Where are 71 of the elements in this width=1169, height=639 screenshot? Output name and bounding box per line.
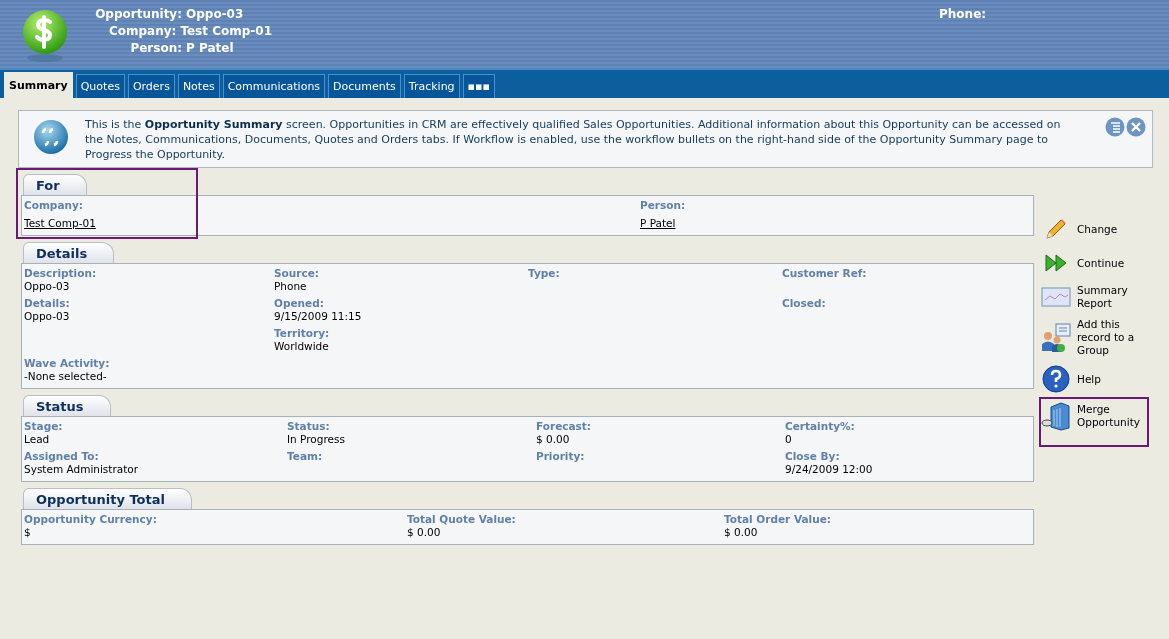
action-link[interactable]: Continue [1077,256,1125,270]
field-value: Test Comp-01 [180,23,272,38]
field-value: -None selected- [24,370,108,383]
field-label: Status: [287,419,331,433]
tab[interactable]: ▪▪▪ [462,74,495,98]
field-label: Total Order Value: [724,512,832,526]
field-value: P Patel [186,40,234,55]
field-value: Oppo-03 [24,280,71,293]
field-value: $ [24,526,32,539]
field-label: Total Quote Value: [407,512,517,526]
field-value: 0 [785,433,793,446]
field-link[interactable]: Test Comp-01 [24,217,96,230]
field-label: Source: [274,266,320,280]
field-label: Closed: [782,296,827,310]
field-label: Customer Ref: [782,266,868,280]
field-label: Description: [24,266,98,280]
field-value: Worldwide [274,340,330,353]
action-link[interactable]: Summary Report [1077,284,1153,310]
people-icon[interactable] [1041,322,1071,353]
field-value: 9/15/2009 11:15 [274,310,363,323]
field-label: Opened: [274,296,325,310]
field-value: In Progress [287,433,346,446]
help-icon[interactable] [1041,365,1071,393]
section-title: Details [23,242,115,263]
field-label: Forecast: [536,419,593,433]
building-icon[interactable] [1041,401,1071,431]
field-label: Wave Activity: [24,356,111,370]
section-title: Opportunity Total [23,488,192,509]
field-label: Close By: [785,449,841,463]
tab[interactable]: Summary [4,72,73,98]
field-value: 9/24/2009 12:00 [785,463,874,476]
section-title: Status [23,395,111,416]
action-link[interactable]: Change [1077,222,1118,236]
tab[interactable]: Communications [222,74,326,98]
field-label: Certainty%: [785,419,856,433]
field-value: $ 0.00 [407,526,442,539]
field-link[interactable]: P Patel [640,217,676,230]
field-label: Stage: [24,419,64,433]
tab[interactable]: Documents [328,74,401,98]
field-label: Opportunity Currency: [24,512,158,526]
list-icon[interactable] [1105,117,1125,137]
field-value: $ 0.00 [536,433,571,446]
tab[interactable]: Notes [177,74,220,98]
field-label: Type: [528,266,561,280]
field-value: Lead [24,433,51,446]
field-label: Person: [129,40,183,55]
phone-label: Phone: [939,7,987,21]
action-link[interactable]: Add this record to a Group [1077,318,1153,357]
field-value: Oppo-03 [24,310,71,323]
field-value: Oppo-03 [186,6,244,21]
field-label: Territory: [274,326,331,340]
field-label: Company: [24,198,84,212]
tab[interactable]: Quotes [75,74,125,98]
field-label: Company: [107,23,178,38]
field-label: Person: [640,198,687,212]
dollar-icon [20,8,70,64]
field-value: Phone [274,280,308,293]
field-value: $ 0.00 [724,526,759,539]
tab[interactable]: Orders [127,74,175,98]
field-value: System Administrator [24,463,140,476]
field-label: Priority: [536,449,586,463]
info-text: This is the Opportunity Summary screen. Opportunities in CRM are effectively qualified Sales Opportunities. Additional information about this Opportunity can be accessed on the Notes, Communications, Documents, Quotes and Orders tabs. If Workflow is enabled, use the workflow bullets on the right-hand side of the Opportunity Summary page to Progress the Opportunity. [85,117,1062,162]
close-icon[interactable] [1126,117,1146,137]
field-label: Opportunity: [94,6,183,21]
field-label: Details: [24,296,71,310]
tab[interactable]: Tracking [403,74,460,98]
field-label: Team: [287,449,324,463]
field-label: Assigned To: [24,449,100,463]
action-link[interactable]: Merge Opportunity [1077,403,1153,429]
action-link[interactable]: Help [1077,372,1101,386]
section-title: For [23,174,87,195]
